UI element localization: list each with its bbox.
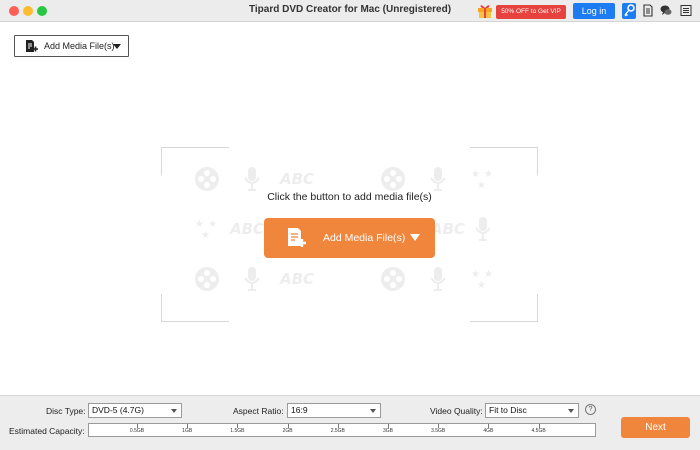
aspect-ratio-label: Aspect Ratio:	[233, 406, 284, 416]
capacity-tick-label: 1.5GB	[230, 428, 245, 434]
capacity-tick-label: 1GB	[182, 428, 193, 434]
add-file-icon	[26, 40, 38, 52]
capacity-tick-label: 3.5GB	[431, 428, 446, 434]
chevron-down-icon	[171, 409, 177, 413]
capacity-tick-label: 2GB	[282, 428, 293, 434]
video-quality-select[interactable]: Fit to Disc	[485, 403, 579, 418]
get-vip-button[interactable]: 50% OFF to Get VIP	[496, 5, 566, 19]
help-icon[interactable]: ?	[585, 404, 596, 415]
add-media-file-dropdown-button[interactable]: Add Media File(s)	[14, 35, 129, 57]
output-settings-panel: Disc Type: DVD-5 (4.7G) Aspect Ratio: 16…	[0, 395, 700, 450]
disc-type-select[interactable]: DVD-5 (4.7G)	[88, 403, 182, 418]
key-icon	[624, 4, 635, 17]
disc-type-value: DVD-5 (4.7G)	[92, 405, 144, 415]
document-icon[interactable]	[642, 4, 654, 17]
title-bar: Tipard DVD Creator for Mac (Unregistered…	[0, 0, 700, 22]
gift-icon[interactable]	[477, 2, 493, 19]
estimated-capacity-label: Estimated Capacity:	[9, 426, 85, 436]
menu-icon[interactable]	[680, 4, 692, 17]
register-button[interactable]	[622, 3, 636, 19]
aspect-ratio-select[interactable]: 16:9	[287, 403, 381, 418]
next-button[interactable]: Next	[621, 417, 690, 438]
add-media-file-label: Add Media File(s)	[323, 232, 406, 244]
watermark-abc: ABC	[279, 270, 314, 288]
chat-icon[interactable]	[660, 4, 672, 17]
capacity-tick-label: 4GB	[483, 428, 494, 434]
capacity-tick-label: 2.5GB	[330, 428, 345, 434]
add-media-file-button[interactable]: Add Media File(s)	[264, 218, 435, 258]
drop-zone-prompt: Click the button to add media file(s)	[267, 191, 432, 203]
chevron-down-icon[interactable]	[410, 234, 420, 241]
media-drop-zone[interactable]: ★ ★ ★ ABC ABC ABC ABC Click the button t…	[161, 147, 538, 322]
watermark-abc: ABC	[279, 170, 314, 188]
chevron-down-icon	[113, 44, 121, 49]
aspect-ratio-value: 16:9	[291, 405, 308, 415]
add-file-icon	[288, 228, 306, 247]
capacity-tick-label: 0.5GB	[129, 428, 145, 434]
capacity-tick-label: 3GB	[382, 428, 394, 434]
watermark-abc: ABC	[229, 220, 264, 238]
capacity-tick-label: 4.5GB	[531, 428, 546, 434]
chevron-down-icon	[568, 409, 574, 413]
video-quality-label: Video Quality:	[430, 406, 483, 416]
login-button[interactable]: Log in	[573, 3, 615, 19]
app-window: Tipard DVD Creator for Mac (Unregistered…	[0, 0, 700, 450]
chevron-down-icon	[370, 409, 376, 413]
add-media-file-label: Add Media File(s)	[44, 41, 115, 51]
video-quality-value: Fit to Disc	[489, 405, 527, 415]
capacity-bar: 0.5GB 1GB 1.5GB 2GB 2.5GB 3GB 3.5GB 4GB 4.5GB	[88, 423, 596, 437]
watermark-abc: ABC	[430, 220, 465, 238]
disc-type-label: Disc Type:	[46, 406, 86, 416]
